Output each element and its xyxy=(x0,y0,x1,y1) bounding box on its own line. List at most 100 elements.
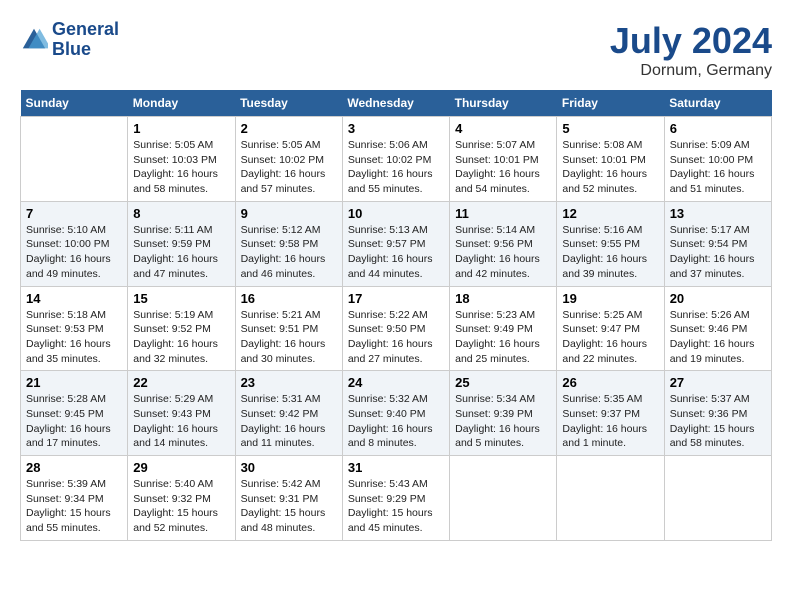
day-number: 4 xyxy=(455,121,551,136)
day-number: 11 xyxy=(455,206,551,221)
calendar-week-5: 28 Sunrise: 5:39 AMSunset: 9:34 PMDayligh… xyxy=(21,456,772,541)
cell-info: Sunrise: 5:08 AMSunset: 10:01 PMDaylight… xyxy=(562,138,658,197)
day-number: 15 xyxy=(133,291,229,306)
day-number: 30 xyxy=(241,460,337,475)
calendar-week-1: 1Sunrise: 5:05 AMSunset: 10:03 PMDayligh… xyxy=(21,117,772,202)
day-number: 22 xyxy=(133,375,229,390)
day-number: 19 xyxy=(562,291,658,306)
logo-text: General Blue xyxy=(52,20,119,60)
cell-info: Sunrise: 5:25 AMSunset: 9:47 PMDaylight:… xyxy=(562,308,658,367)
cell-info: Sunrise: 5:43 AMSunset: 9:29 PMDaylight:… xyxy=(348,477,444,536)
cell-info: Sunrise: 5:05 AMSunset: 10:02 PMDaylight… xyxy=(241,138,337,197)
day-number: 7 xyxy=(26,206,122,221)
calendar-cell: 2 Sunrise: 5:05 AMSunset: 10:02 PMDayligh… xyxy=(235,117,342,202)
calendar-cell: 26 Sunrise: 5:35 AMSunset: 9:37 PMDayligh… xyxy=(557,371,664,456)
location: Dornum, Germany xyxy=(610,62,772,80)
day-number: 31 xyxy=(348,460,444,475)
day-number: 6 xyxy=(670,121,766,136)
cell-info: Sunrise: 5:14 AMSunset: 9:56 PMDaylight:… xyxy=(455,223,551,282)
header-row: Sunday Monday Tuesday Wednesday Thursday… xyxy=(21,90,772,117)
calendar-cell: 24 Sunrise: 5:32 AMSunset: 9:40 PMDayligh… xyxy=(342,371,449,456)
logo: General Blue xyxy=(20,20,119,60)
cell-info: Sunrise: 5:39 AMSunset: 9:34 PMDaylight:… xyxy=(26,477,122,536)
calendar-cell: 15 Sunrise: 5:19 AMSunset: 9:52 PMDayligh… xyxy=(128,286,235,371)
calendar-cell: 27Sunrise: 5:37 AMSunset: 9:36 PMDayligh… xyxy=(664,371,771,456)
calendar-cell: 7Sunrise: 5:10 AMSunset: 10:00 PMDayligh… xyxy=(21,201,128,286)
calendar-week-3: 14 Sunrise: 5:18 AMSunset: 9:53 PMDayligh… xyxy=(21,286,772,371)
day-number: 13 xyxy=(670,206,766,221)
calendar-cell: 11 Sunrise: 5:14 AMSunset: 9:56 PMDayligh… xyxy=(450,201,557,286)
calendar-cell: 5 Sunrise: 5:08 AMSunset: 10:01 PMDayligh… xyxy=(557,117,664,202)
cell-info: Sunrise: 5:13 AMSunset: 9:57 PMDaylight:… xyxy=(348,223,444,282)
calendar-cell: 18 Sunrise: 5:23 AMSunset: 9:49 PMDayligh… xyxy=(450,286,557,371)
calendar-cell: 28 Sunrise: 5:39 AMSunset: 9:34 PMDayligh… xyxy=(21,456,128,541)
day-number: 26 xyxy=(562,375,658,390)
day-number: 12 xyxy=(562,206,658,221)
day-number: 27 xyxy=(670,375,766,390)
cell-info: Sunrise: 5:31 AMSunset: 9:42 PMDaylight:… xyxy=(241,392,337,451)
calendar-cell: 12 Sunrise: 5:16 AMSunset: 9:55 PMDayligh… xyxy=(557,201,664,286)
cell-info: Sunrise: 5:22 AMSunset: 9:50 PMDaylight:… xyxy=(348,308,444,367)
calendar-cell: 23 Sunrise: 5:31 AMSunset: 9:42 PMDayligh… xyxy=(235,371,342,456)
calendar-cell: 16 Sunrise: 5:21 AMSunset: 9:51 PMDayligh… xyxy=(235,286,342,371)
cell-info: Sunrise: 5:26 AMSunset: 9:46 PMDaylight:… xyxy=(670,308,766,367)
calendar-cell: 25 Sunrise: 5:34 AMSunset: 9:39 PMDayligh… xyxy=(450,371,557,456)
cell-info: Sunrise: 5:18 AMSunset: 9:53 PMDaylight:… xyxy=(26,308,122,367)
cell-info: Sunrise: 5:35 AMSunset: 9:37 PMDaylight:… xyxy=(562,392,658,451)
day-number: 2 xyxy=(241,121,337,136)
calendar-week-2: 7Sunrise: 5:10 AMSunset: 10:00 PMDayligh… xyxy=(21,201,772,286)
calendar-week-4: 21Sunrise: 5:28 AMSunset: 9:45 PMDayligh… xyxy=(21,371,772,456)
cell-info: Sunrise: 5:40 AMSunset: 9:32 PMDaylight:… xyxy=(133,477,229,536)
cell-info: Sunrise: 5:21 AMSunset: 9:51 PMDaylight:… xyxy=(241,308,337,367)
day-number: 18 xyxy=(455,291,551,306)
calendar-cell: 3 Sunrise: 5:06 AMSunset: 10:02 PMDayligh… xyxy=(342,117,449,202)
calendar-cell: 10 Sunrise: 5:13 AMSunset: 9:57 PMDayligh… xyxy=(342,201,449,286)
cell-info: Sunrise: 5:19 AMSunset: 9:52 PMDaylight:… xyxy=(133,308,229,367)
calendar-cell: 17 Sunrise: 5:22 AMSunset: 9:50 PMDayligh… xyxy=(342,286,449,371)
calendar-cell: 6 Sunrise: 5:09 AMSunset: 10:00 PMDayligh… xyxy=(664,117,771,202)
cell-info: Sunrise: 5:16 AMSunset: 9:55 PMDaylight:… xyxy=(562,223,658,282)
day-number: 25 xyxy=(455,375,551,390)
day-number: 20 xyxy=(670,291,766,306)
calendar-cell xyxy=(557,456,664,541)
day-number: 21 xyxy=(26,375,122,390)
calendar-cell: 21Sunrise: 5:28 AMSunset: 9:45 PMDayligh… xyxy=(21,371,128,456)
logo-icon xyxy=(20,26,48,54)
calendar-cell: 13 Sunrise: 5:17 AMSunset: 9:54 PMDayligh… xyxy=(664,201,771,286)
cell-info: Sunrise: 5:11 AMSunset: 9:59 PMDaylight:… xyxy=(133,223,229,282)
calendar-cell: 14 Sunrise: 5:18 AMSunset: 9:53 PMDayligh… xyxy=(21,286,128,371)
cell-info: Sunrise: 5:32 AMSunset: 9:40 PMDaylight:… xyxy=(348,392,444,451)
day-number: 14 xyxy=(26,291,122,306)
cell-info: Sunrise: 5:42 AMSunset: 9:31 PMDaylight:… xyxy=(241,477,337,536)
day-number: 23 xyxy=(241,375,337,390)
calendar-cell xyxy=(21,117,128,202)
calendar-cell xyxy=(450,456,557,541)
cell-info: Sunrise: 5:34 AMSunset: 9:39 PMDaylight:… xyxy=(455,392,551,451)
calendar-cell xyxy=(664,456,771,541)
day-number: 10 xyxy=(348,206,444,221)
calendar-cell: 29Sunrise: 5:40 AMSunset: 9:32 PMDayligh… xyxy=(128,456,235,541)
cell-info: Sunrise: 5:07 AMSunset: 10:01 PMDaylight… xyxy=(455,138,551,197)
cell-info: Sunrise: 5:05 AMSunset: 10:03 PMDaylight… xyxy=(133,138,229,197)
day-number: 17 xyxy=(348,291,444,306)
day-number: 28 xyxy=(26,460,122,475)
title-block: July 2024 Dornum, Germany xyxy=(610,20,772,80)
cell-info: Sunrise: 5:09 AMSunset: 10:00 PMDaylight… xyxy=(670,138,766,197)
month-year: July 2024 xyxy=(610,20,772,62)
day-number: 3 xyxy=(348,121,444,136)
day-number: 8 xyxy=(133,206,229,221)
calendar-cell: 8 Sunrise: 5:11 AMSunset: 9:59 PMDaylight… xyxy=(128,201,235,286)
calendar-cell: 20 Sunrise: 5:26 AMSunset: 9:46 PMDayligh… xyxy=(664,286,771,371)
day-number: 24 xyxy=(348,375,444,390)
calendar-cell: 9Sunrise: 5:12 AMSunset: 9:58 PMDaylight… xyxy=(235,201,342,286)
page-header: General Blue July 2024 Dornum, Germany xyxy=(20,20,772,80)
cell-info: Sunrise: 5:06 AMSunset: 10:02 PMDaylight… xyxy=(348,138,444,197)
day-number: 5 xyxy=(562,121,658,136)
day-number: 16 xyxy=(241,291,337,306)
cell-info: Sunrise: 5:29 AMSunset: 9:43 PMDaylight:… xyxy=(133,392,229,451)
col-sunday: Sunday xyxy=(21,90,128,117)
cell-info: Sunrise: 5:17 AMSunset: 9:54 PMDaylight:… xyxy=(670,223,766,282)
col-tuesday: Tuesday xyxy=(235,90,342,117)
cell-info: Sunrise: 5:23 AMSunset: 9:49 PMDaylight:… xyxy=(455,308,551,367)
col-thursday: Thursday xyxy=(450,90,557,117)
